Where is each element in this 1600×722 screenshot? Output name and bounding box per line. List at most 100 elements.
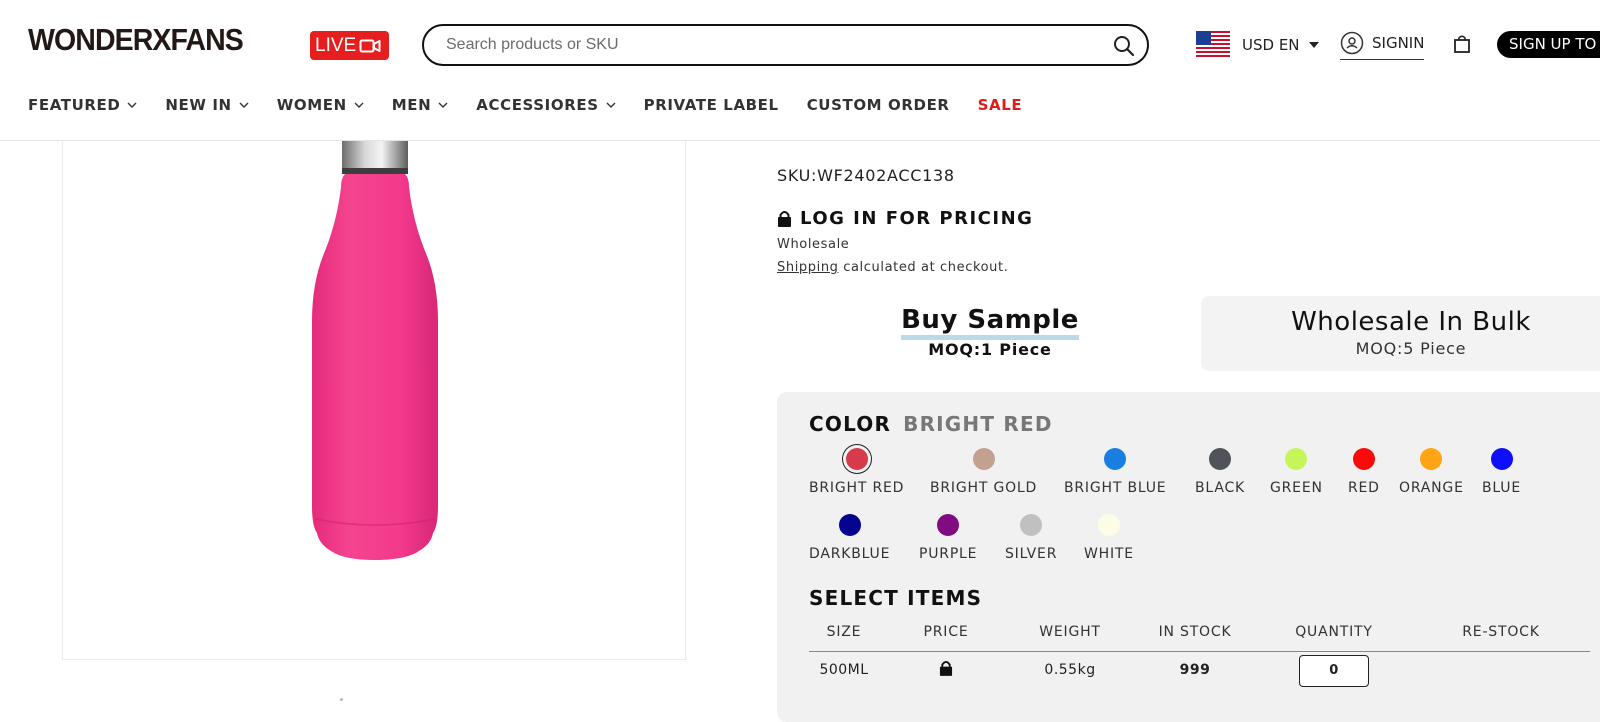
- color-swatch-red[interactable]: RED: [1348, 448, 1380, 496]
- user-icon: [1340, 31, 1364, 55]
- wholesale-label: Wholesale: [777, 237, 850, 252]
- color-swatch-blue[interactable]: BLUE: [1482, 448, 1521, 496]
- sample-moq: MOQ:1 Piece: [928, 340, 1052, 359]
- swatch-label: RED: [1348, 480, 1380, 496]
- color-swatch-silver[interactable]: SILVER: [1005, 514, 1057, 562]
- nav-label: SALE: [977, 96, 1023, 114]
- nav-label: PRIVATE LABEL: [643, 96, 779, 114]
- color-label: COLOR: [809, 412, 892, 436]
- color-swatch-purple[interactable]: PURPLE: [919, 514, 977, 562]
- us-flag-icon[interactable]: [1196, 31, 1230, 57]
- swatch-dot: [1104, 448, 1127, 470]
- chevron-down-icon: [127, 102, 137, 108]
- chevron-down-icon: [438, 102, 448, 108]
- bulk-moq: MOQ:5 Piece: [1355, 339, 1467, 358]
- shipping-link[interactable]: Shipping: [777, 260, 839, 275]
- row-in-stock: 999: [1179, 662, 1211, 678]
- color-swatch-bright-blue[interactable]: BRIGHT BLUE: [1064, 448, 1166, 496]
- nav-item-women[interactable]: WOMEN: [277, 96, 364, 114]
- swatch-label: GREEN: [1270, 480, 1323, 496]
- swatch-label: WHITE: [1084, 546, 1134, 562]
- row-weight: 0.55kg: [1044, 662, 1096, 678]
- nav-label: NEW IN: [165, 96, 232, 114]
- site-header: WONDERXFANS LIVE USD EN SIG: [0, 0, 1600, 141]
- color-swatch-white[interactable]: WHITE: [1084, 514, 1134, 562]
- nav-item-featured[interactable]: FEATURED: [28, 96, 137, 114]
- swatch-dot: [838, 514, 861, 536]
- swatch-dot: [972, 448, 995, 470]
- nav-label: MEN: [391, 96, 432, 114]
- caret-down-icon: [1308, 42, 1319, 48]
- col-quantity: QUANTITY: [1295, 624, 1373, 640]
- variant-panel: COLOR BRIGHT RED BRIGHT RED BRIGHT GOLD B…: [777, 392, 1600, 722]
- search-input[interactable]: [446, 36, 1086, 54]
- login-for-pricing[interactable]: LOG IN FOR PRICING: [777, 208, 1033, 229]
- col-in-stock: IN STOCK: [1158, 624, 1232, 640]
- swatch-label: SILVER: [1005, 546, 1058, 562]
- quantity-input[interactable]: 0: [1299, 655, 1369, 687]
- color-swatch-orange[interactable]: ORANGE: [1399, 448, 1464, 496]
- swatch-label: BLACK: [1195, 480, 1246, 496]
- shipping-note: Shipping calculated at checkout.: [777, 260, 1008, 275]
- product-bottle-image[interactable]: [63, 136, 687, 660]
- color-swatch-green[interactable]: GREEN: [1270, 448, 1323, 496]
- color-swatch-bright-red[interactable]: BRIGHT RED: [809, 448, 904, 496]
- video-camera-icon: [359, 39, 381, 52]
- currency-selector[interactable]: USD EN: [1242, 36, 1320, 54]
- nav-label: WOMEN: [276, 96, 347, 114]
- nav-item-custom-order[interactable]: CUSTOM ORDER: [807, 96, 950, 114]
- col-size: SIZE: [826, 624, 862, 640]
- search-bar: [422, 24, 1149, 66]
- nav-item-new-in[interactable]: NEW IN: [165, 96, 249, 114]
- signup-button[interactable]: SIGN UP TO: [1497, 31, 1600, 58]
- wholesale-bulk-option[interactable]: Wholesale In Bulk MOQ:5 Piece: [1201, 296, 1600, 371]
- table-row: 500ML 0.55kg 999 0: [809, 655, 1590, 692]
- currency-label: USD EN: [1242, 36, 1300, 54]
- buy-sample-option[interactable]: Buy Sample MOQ:1 Piece: [777, 296, 1203, 371]
- search-icon[interactable]: [1113, 35, 1135, 57]
- shipping-note-text: calculated at checkout.: [838, 260, 1009, 275]
- col-restock: RE-STOCK: [1462, 624, 1540, 640]
- swatch-dot: [1097, 514, 1120, 536]
- nav-item-sale[interactable]: SALE: [978, 96, 1023, 114]
- swatch-dot: [1209, 448, 1231, 470]
- lock-icon: [778, 211, 791, 227]
- nav-item-men[interactable]: MEN: [392, 96, 449, 114]
- product-sku: SKU:WF2402ACC138: [777, 166, 955, 185]
- select-items-heading: SELECT ITEMS: [809, 586, 983, 610]
- shopping-bag-icon[interactable]: [1453, 34, 1471, 54]
- swatch-dot: [1352, 448, 1375, 470]
- swatch-dot: [1420, 448, 1443, 470]
- price-lock-icon[interactable]: [939, 660, 953, 680]
- nav-label: ACCESSIORES: [476, 96, 599, 114]
- swatch-label: PURPLE: [919, 546, 978, 562]
- nav-item-accessories[interactable]: ACCESSIORES: [476, 96, 616, 114]
- swatch-label: BRIGHT BLUE: [1064, 480, 1167, 496]
- signin-label: SIGNIN: [1372, 34, 1425, 52]
- selected-color: BRIGHT RED: [903, 412, 1053, 436]
- swatch-label: DARKBLUE: [809, 546, 891, 562]
- site-logo[interactable]: WONDERXFANS: [28, 22, 244, 58]
- nav-item-private-label[interactable]: PRIVATE LABEL: [644, 96, 779, 114]
- chevron-down-icon: [354, 102, 364, 108]
- swatch-dot: [1490, 448, 1513, 470]
- carousel-indicator[interactable]: [340, 698, 343, 701]
- chevron-down-icon: [239, 102, 249, 108]
- color-swatch-darkblue[interactable]: DARKBLUE: [809, 514, 890, 562]
- swatch-dot: [1285, 448, 1308, 470]
- items-table-header: SIZE PRICE WEIGHT IN STOCK QUANTITY RE-S…: [809, 624, 1590, 652]
- swatch-label: BRIGHT GOLD: [930, 480, 1038, 496]
- nav-label: FEATURED: [28, 96, 121, 114]
- live-button[interactable]: LIVE: [310, 31, 389, 60]
- chevron-down-icon: [606, 102, 616, 108]
- product-image-frame: [62, 136, 687, 660]
- buy-sample-title: Buy Sample: [901, 307, 1079, 340]
- row-size: 500ML: [819, 662, 869, 678]
- signin-link[interactable]: SIGNIN: [1340, 31, 1425, 60]
- swatch-label: BLUE: [1482, 480, 1521, 496]
- main-nav: FEATURED NEW IN WOMEN MEN ACCESSIORES PR…: [28, 96, 1050, 114]
- color-swatch-bright-gold[interactable]: BRIGHT GOLD: [930, 448, 1037, 496]
- swatch-label: ORANGE: [1399, 480, 1464, 496]
- color-swatch-black[interactable]: BLACK: [1195, 448, 1245, 496]
- login-for-pricing-label: LOG IN FOR PRICING: [800, 208, 1034, 229]
